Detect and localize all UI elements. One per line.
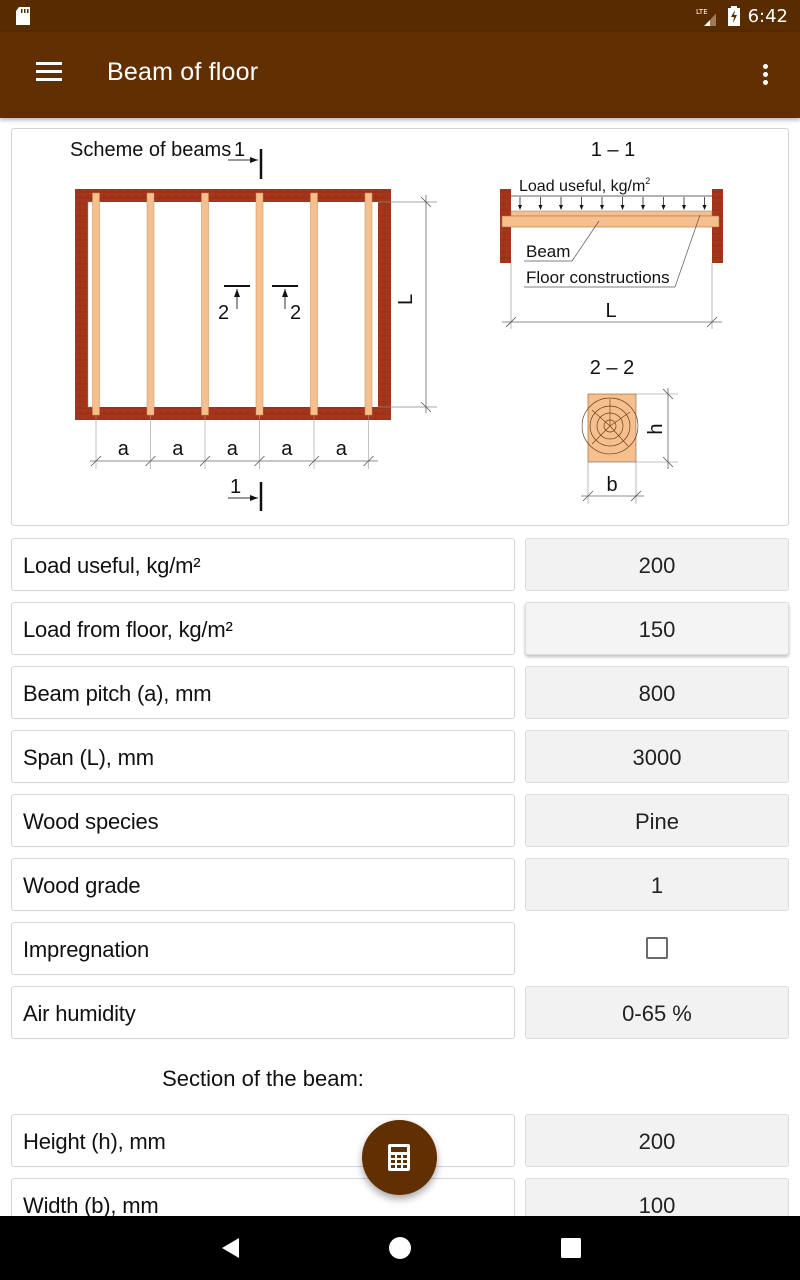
section-1-top-arrowhead — [250, 157, 258, 163]
load-floor-input[interactable]: 150 — [525, 602, 789, 655]
span-label-section: L — [605, 300, 616, 322]
load-arrowhead — [538, 205, 543, 210]
field-label: Load from floor, kg/m² — [11, 602, 515, 655]
section-heading: Section of the beam: — [162, 1066, 364, 1091]
height-label: h — [645, 423, 667, 434]
pitch-label: a — [281, 438, 293, 460]
wood-species-select[interactable]: Pine — [525, 794, 789, 847]
beam-section-long — [501, 215, 720, 228]
field-label: Width (b), mm — [11, 1178, 515, 1216]
load-label: Load useful, kg/m2 — [519, 176, 650, 195]
section-2-right-label: 2 — [290, 302, 301, 324]
battery-charging-icon — [727, 6, 740, 26]
field-label: Impregnation — [11, 922, 515, 975]
content-scroll[interactable]: Scheme of beams 1 2 2 L a a a a a 1 1 – … — [0, 118, 800, 1216]
field-label: Wood grade — [11, 858, 515, 911]
scheme-title: Scheme of beams — [70, 139, 231, 161]
load-arrowhead — [641, 205, 645, 210]
scheme-diagram-card: Scheme of beams 1 2 2 L a a a a a 1 1 – … — [11, 128, 789, 526]
impregnation-checkbox-wrap — [525, 922, 789, 975]
section-2-left-label: 2 — [218, 302, 229, 324]
beam-cross-section — [582, 393, 638, 463]
scheme-diagram: Scheme of beams 1 2 2 L a a a a a 1 1 – … — [70, 139, 723, 511]
more-vert-icon[interactable] — [760, 64, 770, 88]
field-label: Wood species — [11, 794, 515, 847]
impregnation-checkbox[interactable] — [646, 937, 668, 959]
load-useful-input[interactable]: 200 — [525, 538, 789, 591]
network-type: LTE — [696, 8, 708, 16]
load-arrowhead — [702, 205, 707, 210]
lte-signal-icon: LTE — [696, 8, 716, 26]
pitch-label: a — [172, 438, 184, 460]
pitch-label: a — [227, 438, 239, 460]
calculator-icon — [388, 1144, 410, 1171]
wood-grade-select[interactable]: 1 — [525, 858, 789, 911]
field-row-wood-species: Wood species Pine — [11, 794, 789, 847]
field-row-load-floor: Load from floor, kg/m² 150 — [11, 602, 789, 655]
field-row-impregnation: Impregnation — [11, 922, 789, 975]
load-arrowhead — [661, 205, 666, 210]
page-title: Beam of floor — [107, 58, 259, 86]
span-label-plan: L — [395, 294, 417, 305]
floor-construction-label: Floor constructions — [526, 268, 670, 287]
recents-icon[interactable] — [559, 1236, 583, 1260]
field-label: Load useful, kg/m² — [11, 538, 515, 591]
home-icon[interactable] — [388, 1236, 412, 1260]
plan-beam — [146, 192, 155, 416]
plan-beam — [364, 192, 373, 416]
field-label: Span (L), mm — [11, 730, 515, 783]
clock: 6:42 — [747, 5, 788, 27]
pitch-label: a — [118, 438, 130, 460]
calculate-button[interactable] — [362, 1120, 437, 1195]
plan-beam — [201, 192, 209, 416]
load-arrowhead — [559, 205, 563, 210]
load-arrowhead — [600, 205, 604, 210]
section-1-bottom-label: 1 — [230, 476, 241, 498]
back-icon[interactable] — [219, 1236, 243, 1260]
load-arrowhead — [518, 205, 522, 210]
load-arrowhead — [579, 205, 584, 210]
room-interior — [88, 202, 378, 407]
field-row-beam-pitch: Beam pitch (a), mm 800 — [11, 666, 789, 719]
plan-beam — [310, 192, 318, 416]
field-row-load-useful: Load useful, kg/m² 200 — [11, 538, 789, 591]
width-label: b — [606, 474, 617, 496]
system-nav-bar — [0, 1216, 800, 1280]
span-input[interactable]: 3000 — [525, 730, 789, 783]
field-label: Air humidity — [11, 986, 515, 1039]
height-input[interactable]: 200 — [525, 1114, 789, 1167]
beam-label: Beam — [526, 242, 570, 261]
plan-beam — [255, 192, 264, 416]
section-1-1-title: 1 – 1 — [591, 139, 635, 161]
section-1-top-label: 1 — [234, 139, 245, 161]
width-input[interactable]: 100 — [525, 1178, 789, 1216]
field-row-air-humidity: Air humidity 0-65 % — [11, 986, 789, 1039]
field-label: Height (h), mm — [11, 1114, 515, 1167]
pitch-dimensions: aaaaa — [90, 415, 378, 469]
field-row-span: Span (L), mm 3000 — [11, 730, 789, 783]
beam-pitch-input[interactable]: 800 — [525, 666, 789, 719]
app-bar: Beam of floor — [0, 32, 800, 118]
hamburger-menu-icon[interactable] — [36, 62, 62, 86]
sd-card-icon — [16, 7, 30, 25]
field-row-wood-grade: Wood grade 1 — [11, 858, 789, 911]
load-arrowhead — [620, 205, 625, 210]
air-humidity-select[interactable]: 0-65 % — [525, 986, 789, 1039]
section-2-2-title: 2 – 2 — [590, 357, 634, 379]
pitch-label: a — [336, 438, 348, 460]
plan-beam — [92, 192, 100, 416]
load-arrowhead — [682, 205, 686, 210]
floor-construction-layer — [510, 210, 713, 217]
status-bar: LTE 6:42 — [0, 0, 800, 32]
field-label: Beam pitch (a), mm — [11, 666, 515, 719]
